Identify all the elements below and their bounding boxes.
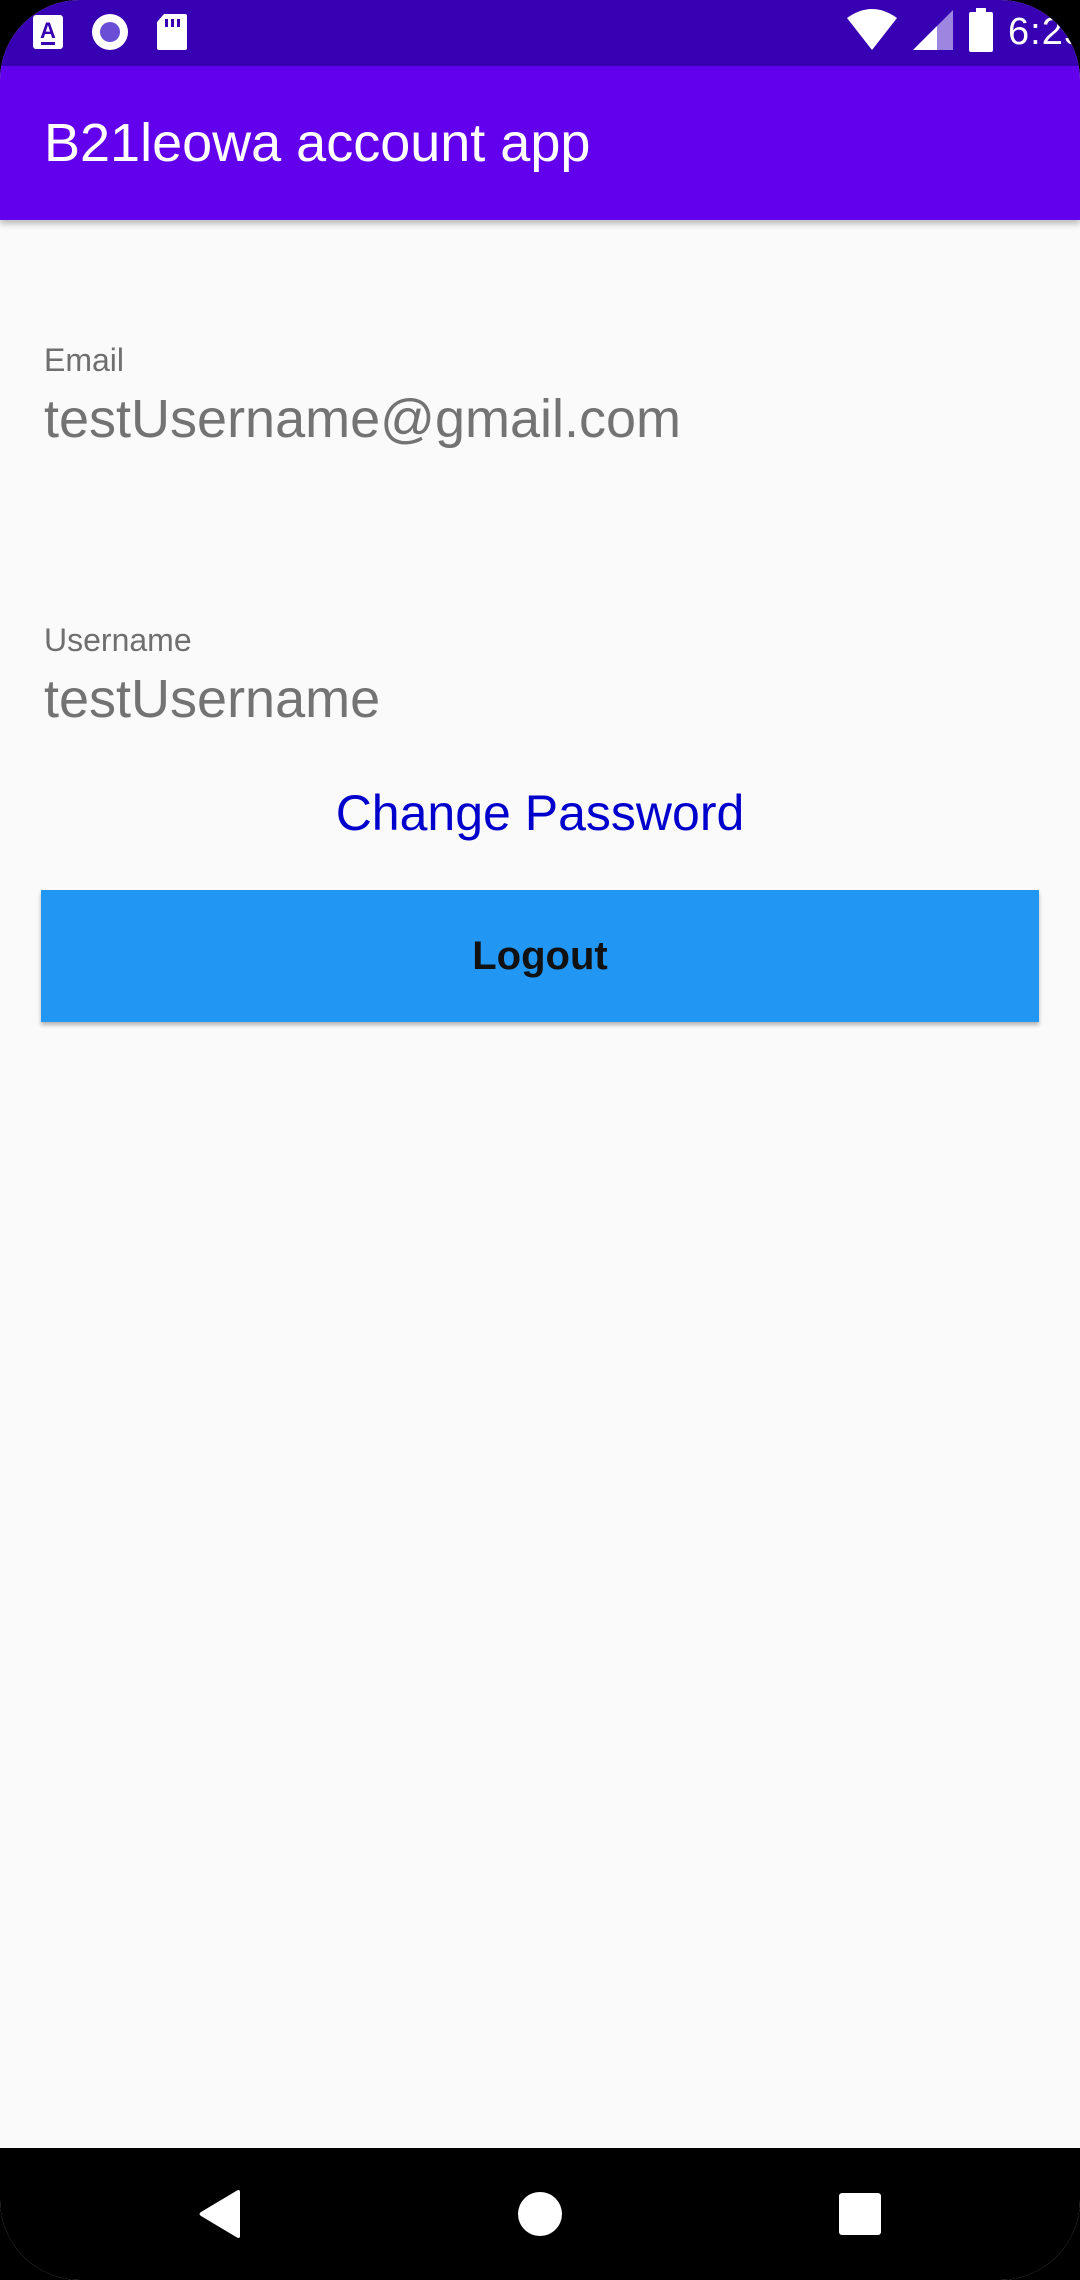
status-right-icons: 6:25 <box>846 8 1080 57</box>
home-icon[interactable] <box>500 2174 580 2254</box>
sd-card-icon <box>156 13 188 56</box>
record-icon <box>90 12 130 57</box>
change-password-link[interactable]: Change Password <box>0 784 1080 842</box>
status-left-icons: A <box>32 12 188 57</box>
wifi-icon <box>846 8 898 57</box>
status-bar: A 6:25 <box>0 0 1080 66</box>
phone-screen: A 6:25 B21leowa account app Email testUs… <box>0 0 1080 2280</box>
email-label: Email <box>44 342 125 378</box>
logout-button-label: Logout <box>472 933 608 978</box>
status-time: 6:25 <box>1008 11 1080 53</box>
battery-icon <box>968 8 994 57</box>
recents-icon[interactable] <box>820 2174 900 2254</box>
back-icon[interactable] <box>180 2174 260 2254</box>
cell-signal-icon <box>912 9 954 56</box>
app-bar: B21leowa account app <box>0 66 1080 220</box>
logout-button[interactable]: Logout <box>41 890 1039 1022</box>
svg-text:A: A <box>40 18 56 43</box>
username-label: Username <box>44 622 192 658</box>
username-value: testUsername <box>44 669 381 729</box>
text-a-icon: A <box>32 14 64 55</box>
email-value: testUsername@gmail.com <box>44 389 682 449</box>
app-title: B21leowa account app <box>44 113 591 173</box>
navigation-bar <box>0 2148 1080 2280</box>
